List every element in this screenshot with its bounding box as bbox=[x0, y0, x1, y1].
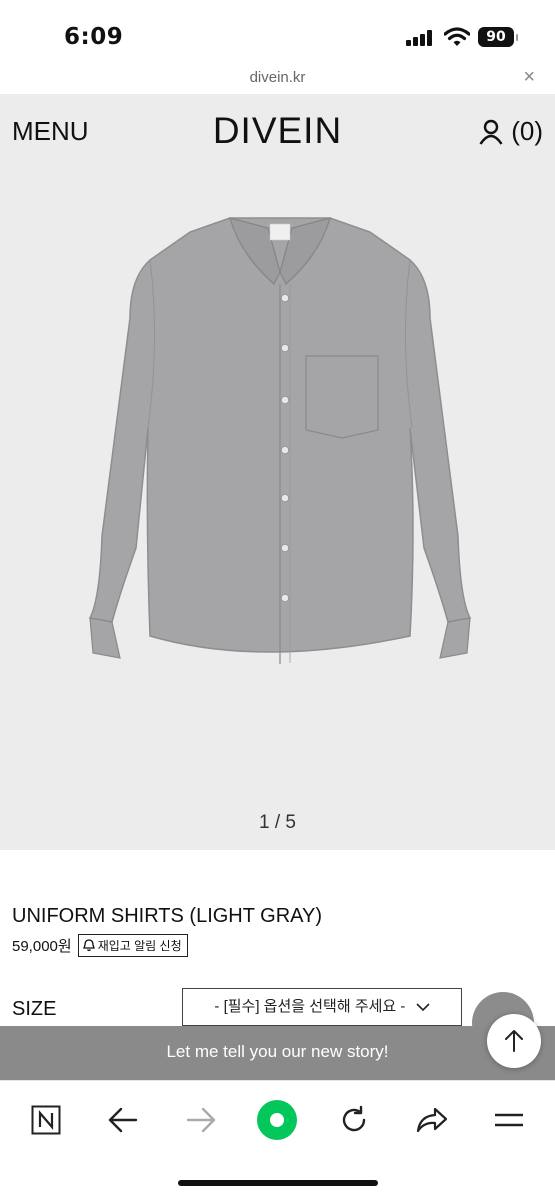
site-header: MENU DIVEIN (0) bbox=[0, 94, 555, 170]
banner-text: Let me tell you our new story! bbox=[166, 1042, 389, 1061]
bell-icon bbox=[82, 939, 95, 952]
menu-lines-icon bbox=[495, 1113, 523, 1127]
back-button[interactable] bbox=[101, 1098, 145, 1142]
share-icon bbox=[416, 1107, 448, 1133]
cellular-signal-icon bbox=[406, 30, 436, 46]
battery-icon: 90 bbox=[478, 27, 518, 47]
close-icon[interactable]: × bbox=[523, 66, 535, 89]
user-icon bbox=[479, 119, 503, 145]
arrow-up-icon bbox=[505, 1030, 523, 1052]
chevron-down-icon bbox=[415, 1003, 430, 1012]
product-image-gallery[interactable]: 1 / 5 bbox=[0, 170, 555, 850]
green-dot-icon bbox=[257, 1100, 297, 1140]
naver-n-icon bbox=[31, 1105, 61, 1135]
naver-n-button[interactable] bbox=[24, 1098, 68, 1142]
product-photo-shirt bbox=[88, 217, 472, 664]
forward-button[interactable] bbox=[179, 1098, 223, 1142]
size-select-value: - [필수] 옵션을 선택해 주세요 - bbox=[214, 998, 406, 1015]
share-button[interactable] bbox=[410, 1098, 454, 1142]
green-dot-button[interactable] bbox=[255, 1098, 299, 1142]
wifi-icon bbox=[444, 27, 470, 46]
gallery-pager: 1 / 5 bbox=[259, 812, 296, 833]
browser-toolbar bbox=[0, 1080, 555, 1200]
scroll-to-top-button[interactable] bbox=[487, 1014, 541, 1068]
size-select[interactable]: - [필수] 옵션을 선택해 주세요 - bbox=[182, 988, 462, 1026]
status-bar: 6:09 90 bbox=[0, 0, 555, 66]
account-cart-button[interactable]: (0) bbox=[479, 116, 543, 147]
back-arrow-icon bbox=[108, 1107, 138, 1133]
reload-button[interactable] bbox=[332, 1098, 376, 1142]
restock-alert-button[interactable]: 재입고 알림 신청 bbox=[77, 934, 188, 957]
cart-count: (0) bbox=[511, 116, 543, 146]
promo-banner[interactable]: Let me tell you our new story! bbox=[0, 1026, 555, 1080]
url-text[interactable]: divein.kr bbox=[0, 69, 555, 86]
size-label: SIZE bbox=[12, 998, 57, 1020]
home-indicator[interactable] bbox=[178, 1180, 378, 1186]
product-name: UNIFORM SHIRTS (LIGHT GRAY) bbox=[12, 905, 323, 927]
price-row: 59,000원 재입고 알림 신청 bbox=[12, 934, 188, 957]
product-price: 59,000원 bbox=[12, 938, 72, 955]
menu-lines-button[interactable] bbox=[487, 1098, 531, 1142]
status-time: 6:09 bbox=[64, 24, 124, 50]
browser-url-bar[interactable]: divein.kr × bbox=[0, 66, 555, 94]
restock-alert-label: 재입고 알림 신청 bbox=[97, 939, 182, 953]
reload-icon bbox=[342, 1105, 366, 1132]
site-logo[interactable]: DIVEIN bbox=[0, 110, 555, 152]
forward-arrow-icon bbox=[186, 1107, 216, 1133]
